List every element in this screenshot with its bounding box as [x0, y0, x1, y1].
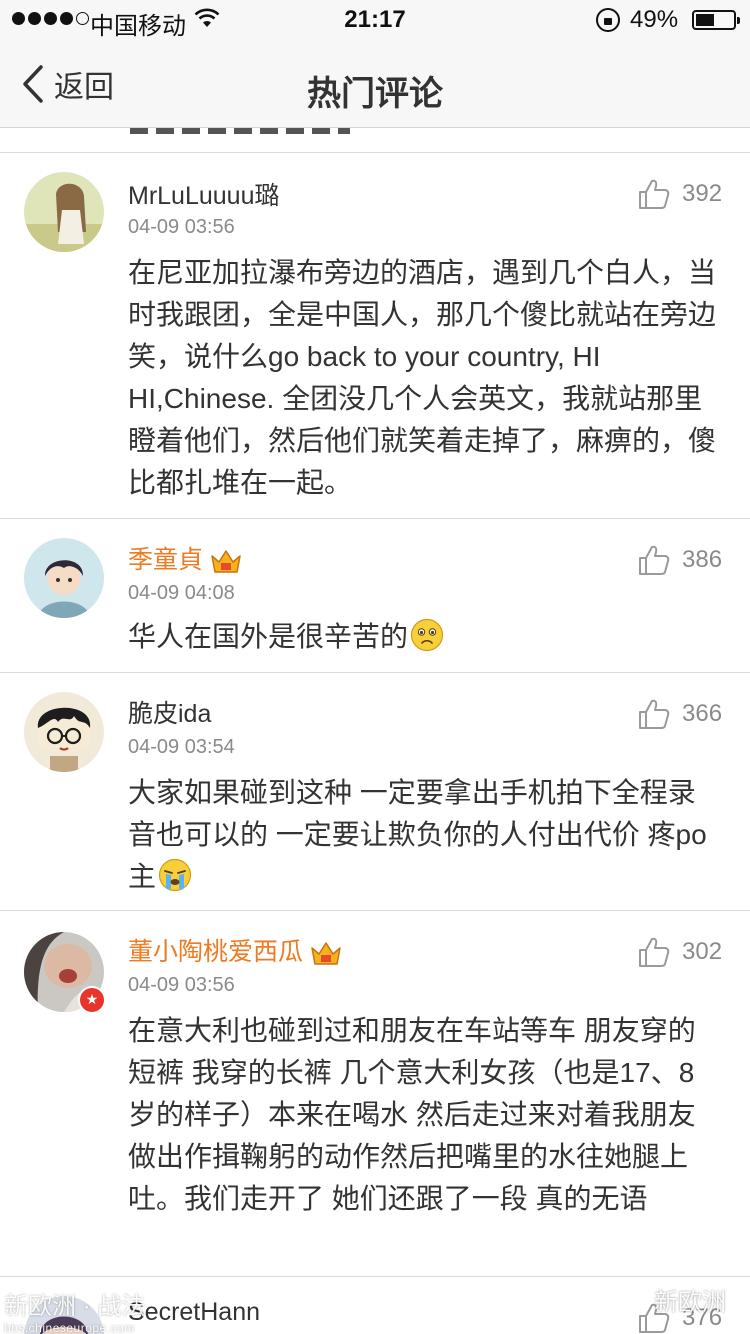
- username[interactable]: 脆皮ida: [128, 694, 211, 730]
- avatar[interactable]: [24, 538, 104, 618]
- comment-text: 华人在国外是很辛苦的: [128, 616, 718, 658]
- comment-item[interactable]: 季童貞 04-09 04:08 386 华人在国外是很辛苦的: [0, 518, 750, 672]
- watermark-label: 新欧洲: [654, 1289, 726, 1316]
- username-text: 季童貞: [128, 546, 204, 574]
- wechat-icon: [620, 1287, 650, 1312]
- username[interactable]: 季童貞: [128, 540, 243, 576]
- username[interactable]: MrLuLuuuu璐: [128, 176, 279, 212]
- comment-item[interactable]: ★ 董小陶桃爱西瓜 04-09 03:56 302 在意大利也碰到过和朋友在车站…: [0, 910, 750, 1276]
- comment-time: 04-09 03:56: [128, 974, 235, 996]
- like-button[interactable]: 386: [638, 544, 722, 576]
- vip-crown-icon: [311, 942, 341, 966]
- thumbs-up-icon: [639, 699, 670, 729]
- sad-face-emoji-icon: [410, 618, 444, 652]
- avatar[interactable]: [24, 172, 104, 252]
- navigation-bar: 返回 热门评论: [0, 40, 750, 128]
- comment-time: 04-09 04:08: [128, 582, 235, 604]
- comment-item[interactable]: MrLuLuuuu璐 04-09 03:56 392 在尼亚加拉瀑布旁边的酒店，…: [0, 152, 750, 518]
- watermark-title: 新欧洲 · 战法: [4, 1293, 146, 1320]
- vip-crown-icon: [211, 550, 241, 574]
- like-count: 302: [682, 938, 723, 965]
- comment-text: 在意大利也碰到过和朋友在车站等车 朋友穿的短裤 我穿的长裤 几个意大利女孩（也是…: [128, 1015, 696, 1214]
- battery-icon: [692, 10, 740, 30]
- thumbs-up-icon: [639, 545, 670, 575]
- comment-time: 04-09 03:54: [128, 736, 235, 758]
- watermark-left: 新欧洲 · 战法 bbs.chineseurope.com: [4, 1286, 145, 1334]
- like-count: 366: [682, 700, 723, 727]
- watermark-url: bbs.chineseurope.com: [4, 1321, 135, 1334]
- avatar[interactable]: [24, 692, 104, 772]
- crying-face-emoji-icon: [158, 858, 192, 892]
- battery-percent: 49%: [630, 6, 679, 33]
- comment-text-body: 大家如果碰到这种 一定要拿出手机拍下全程录音也可以的 一定要让欺负你的人付出代价…: [128, 777, 707, 892]
- rotation-lock-icon: [596, 8, 620, 32]
- page-title: 热门评论: [307, 75, 443, 113]
- comment-item[interactable]: 脆皮ida 04-09 03:54 366 大家如果碰到这种 一定要拿出手机拍下…: [0, 672, 750, 910]
- username[interactable]: 董小陶桃爱西瓜: [128, 932, 343, 968]
- like-button[interactable]: 366: [638, 698, 722, 730]
- username[interactable]: SecretHann: [128, 1298, 260, 1327]
- like-count: 386: [682, 546, 723, 573]
- status-bar: 中国移动 21:17 49%: [0, 0, 750, 40]
- watermark-right: 新欧洲: [620, 1282, 726, 1317]
- thumbs-up-icon: [639, 937, 670, 967]
- like-count: 392: [682, 180, 723, 207]
- comment-text: 大家如果碰到这种 一定要拿出手机拍下全程录音也可以的 一定要让欺负你的人付出代价…: [128, 772, 718, 898]
- comment-time: 04-09 03:56: [128, 216, 235, 238]
- comment-text: 在尼亚加拉瀑布旁边的酒店，遇到几个白人，当时我跟团，全是中国人，那几个傻比就站在…: [128, 257, 717, 498]
- comment-text-body: 华人在国外是很辛苦的: [128, 621, 409, 652]
- verified-badge-icon: ★: [78, 986, 106, 1014]
- previous-comment-text-fragment: [130, 128, 350, 134]
- like-button[interactable]: 392: [638, 178, 722, 210]
- like-button[interactable]: 302: [638, 936, 722, 968]
- thumbs-up-icon: [639, 179, 670, 209]
- username-text: 董小陶桃爱西瓜: [128, 938, 304, 966]
